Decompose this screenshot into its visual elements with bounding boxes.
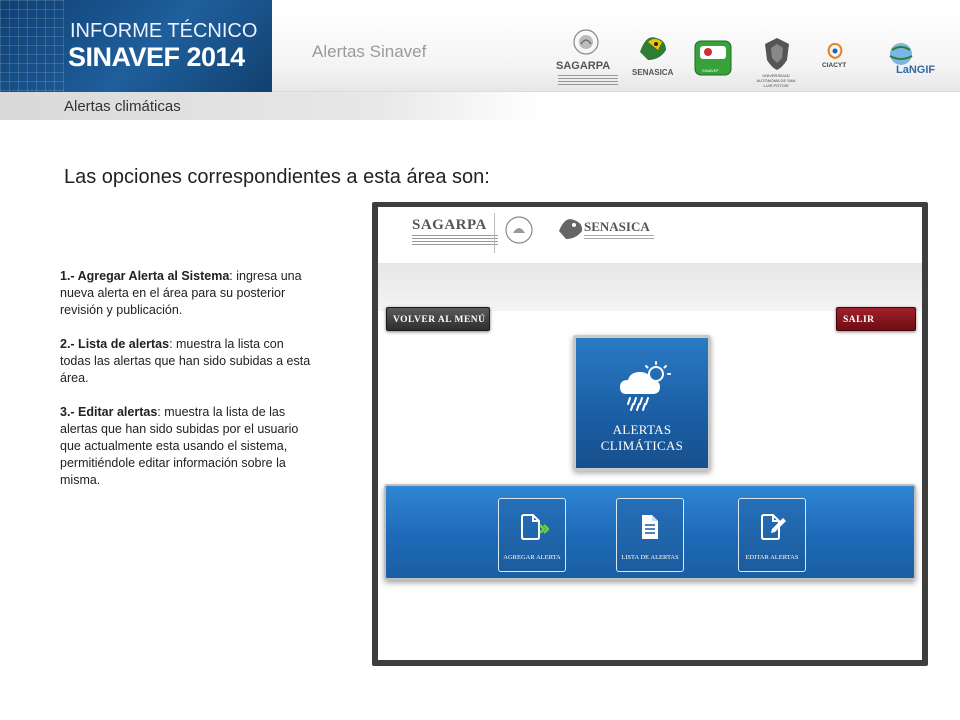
banner-grid-decoration: [0, 0, 64, 92]
section-label: Alertas climáticas: [64, 98, 181, 115]
option-editar-description: 3.- Editar alertas: muestra la lista de …: [60, 404, 316, 489]
edit-document-icon: [761, 514, 786, 540]
app-mexico-seal-icon: [505, 216, 533, 244]
app-header: SAGARPA SENASICA: [378, 207, 922, 263]
app-senasica-bird-icon: [559, 219, 583, 239]
weather-cloud-rain-icon: [620, 361, 671, 411]
climate-alerts-label: ALERTAS CLIMÁTICAS: [600, 422, 684, 453]
university-shield-icon: [765, 38, 789, 70]
main-heading: Las opciones correspondientes a esta áre…: [64, 166, 490, 188]
exit-button[interactable]: SALIR: [836, 307, 916, 331]
option-term: 1.- Agregar Alerta al Sistema: [60, 269, 230, 283]
app-screenshot: SAGARPA SENASICA VOLVER AL MENÚ SALIR AL…: [378, 207, 922, 660]
page-title: Alertas Sinavef: [312, 42, 427, 61]
option-agregar-description: 1.- Agregar Alerta al Sistema: ingresa u…: [60, 268, 316, 319]
banner-line-2: SINAVEF 2014: [68, 42, 245, 72]
add-document-icon: [521, 514, 549, 540]
alerts-actions-panel: AGREGAR ALERTA LISTA DE ALERTAS EDITAR A…: [384, 484, 916, 580]
add-alert-label: AGREGAR ALERTA: [503, 554, 561, 561]
university-logo-text: UNIVERSIDAD AUTÓNOMA DE SAN LUIS POTOSÍ: [756, 73, 796, 88]
app-sagarpa-logo-text: SAGARPA: [412, 217, 487, 233]
back-to-menu-button[interactable]: VOLVER AL MENÚ: [386, 307, 490, 331]
alert-list-label: LISTA DE ALERTAS: [621, 554, 679, 561]
app-senasica-logo-text: SENASICA: [584, 219, 650, 234]
edit-alerts-tile[interactable]: EDITAR ALERTAS: [738, 498, 806, 572]
app-sagarpa-subtitle-lines: [412, 235, 498, 247]
options-description: 1.- Agregar Alerta al Sistema: ingresa u…: [60, 268, 316, 506]
app-senasica-subtitle-lines: [584, 235, 654, 241]
banner-line-1: INFORME TÉCNICO: [70, 20, 258, 42]
app-header-shadow-band: [378, 263, 922, 311]
ciacyt-logo-text: CIACYT: [822, 62, 847, 69]
option-term: 2.- Lista de alertas: [60, 337, 170, 351]
senasica-logo-text: SENASICA: [632, 68, 674, 77]
alert-list-tile[interactable]: LISTA DE ALERTAS: [616, 498, 684, 572]
add-alert-tile[interactable]: AGREGAR ALERTA: [498, 498, 566, 572]
sagarpa-logo-text: SAGARPA: [556, 60, 611, 72]
list-document-icon: [642, 515, 658, 539]
climate-alerts-tile[interactable]: ALERTAS CLIMÁTICAS: [573, 335, 711, 471]
option-lista-description: 2.- Lista de alertas: muestra la lista c…: [60, 336, 316, 387]
sinavef-logo-text: SINAVEF: [702, 68, 719, 73]
option-term: 3.- Editar alertas: [60, 405, 158, 419]
langif-logo-text: LaNGIF: [896, 64, 936, 76]
report-banner: INFORME TÉCNICO SINAVEF 2014: [0, 0, 272, 92]
app-logo-divider: [494, 213, 495, 253]
edit-alerts-label: EDITAR ALERTAS: [745, 554, 799, 561]
sagarpa-seal-icon: [573, 29, 599, 55]
senasica-bird-icon: [640, 37, 666, 60]
sagarpa-subtitle-lines: [558, 75, 618, 87]
ciacyt-logo-icon: [827, 42, 843, 60]
